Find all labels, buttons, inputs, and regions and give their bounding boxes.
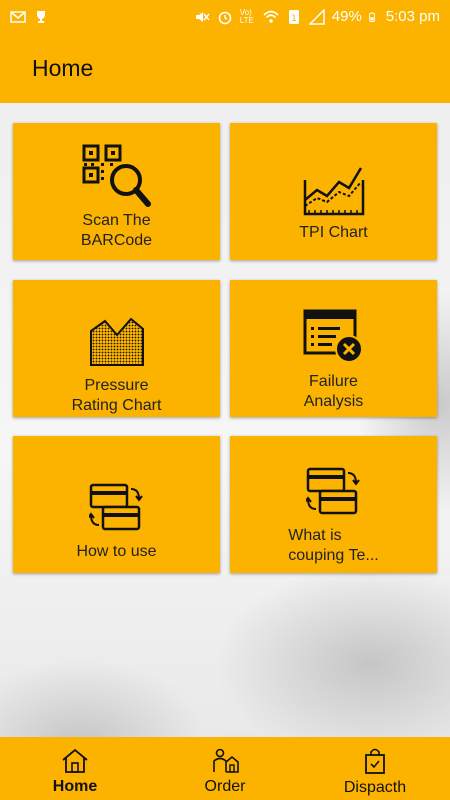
signal-icon — [308, 8, 325, 25]
card-label: What is couping Te... — [288, 527, 379, 564]
sim-icon: 1 — [288, 9, 299, 24]
battery-icon — [368, 11, 375, 22]
area-chart-icon — [89, 317, 144, 366]
wifi-icon — [263, 10, 279, 23]
nav-label: Order — [204, 777, 246, 795]
coupling-test-card[interactable]: What is couping Te... — [230, 436, 437, 573]
alarm-icon — [218, 11, 232, 24]
scan-barcode-card[interactable]: Scan The BARCode — [13, 123, 220, 260]
app-bar: Home — [0, 33, 450, 103]
card-exchange-icon — [88, 483, 143, 531]
home-icon — [62, 748, 88, 773]
card-label: TPI Chart — [299, 224, 368, 241]
svg-text:1: 1 — [291, 14, 297, 24]
nav-label: Home — [52, 777, 98, 795]
card-label: Failure Analysis — [303, 373, 364, 410]
nav-home[interactable]: Home — [0, 737, 150, 800]
shopping-bag-icon — [365, 748, 385, 774]
qr-scan-icon — [82, 144, 151, 207]
failure-analysis-card[interactable]: Failure Analysis — [230, 280, 437, 417]
mute-icon — [195, 11, 210, 22]
status-bar: Vo) LTE 1 49% 5:03 pm — [0, 0, 450, 33]
card-label: How to use — [76, 543, 157, 560]
battery-percent: 49% — [331, 8, 362, 25]
clock: 5:03 pm — [385, 8, 440, 25]
order-person-icon — [213, 748, 239, 773]
bottom-nav: Home Order Dispacth — [0, 737, 450, 800]
card-label: Scan The BARCode — [80, 212, 153, 249]
volte-label: Vo) LTE — [239, 7, 254, 25]
failure-form-icon — [303, 309, 363, 363]
line-chart-icon — [303, 167, 364, 216]
nav-order[interactable]: Order — [150, 737, 300, 800]
gmail-icon — [10, 10, 26, 23]
card-label: Pressure Rating Chart — [71, 377, 162, 414]
trophy-icon — [37, 10, 45, 23]
tpi-chart-card[interactable]: TPI Chart — [230, 123, 437, 260]
how-to-use-card[interactable]: How to use — [13, 436, 220, 573]
card-exchange-icon — [305, 467, 360, 515]
nav-dispatch[interactable]: Dispacth — [300, 737, 450, 800]
page-title: Home — [32, 54, 94, 81]
nav-label: Dispacth — [343, 778, 407, 796]
pressure-rating-chart-card[interactable]: Pressure Rating Chart — [13, 280, 220, 417]
